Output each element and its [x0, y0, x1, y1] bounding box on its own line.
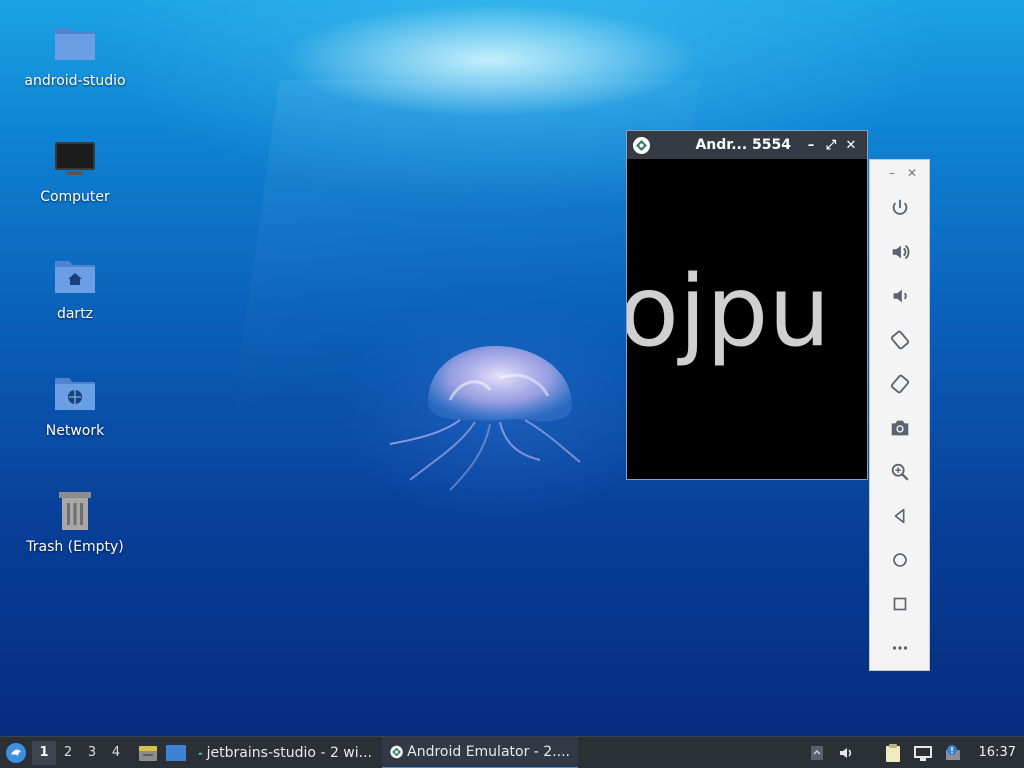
volume-up-icon — [892, 244, 909, 260]
rotate-left-button[interactable] — [870, 318, 929, 362]
volume-down-icon — [893, 289, 907, 303]
clock[interactable]: 16:37 — [979, 745, 1016, 760]
app-menu-icon — [6, 742, 26, 763]
toolbar-minimize-button[interactable]: – — [889, 166, 895, 180]
home-button[interactable] — [870, 538, 929, 582]
desktop-icon-computer[interactable]: Computer — [0, 138, 150, 206]
toolbar-close-button[interactable]: ✕ — [907, 166, 917, 180]
desktop-icon-label: Network — [45, 423, 105, 439]
taskbar-task-jetbrains-studio[interactable]: jetbrains-studio - 2 wi... — [190, 737, 380, 768]
volume-down-button[interactable] — [870, 274, 929, 318]
volume-tray-button[interactable] — [837, 743, 857, 763]
trash-icon — [53, 488, 97, 532]
emulator-app-icon — [633, 136, 650, 154]
minimize-button[interactable]: – — [801, 138, 821, 153]
desktop-icon-network[interactable]: Network — [0, 372, 150, 440]
update-notification-icon — [945, 744, 960, 760]
network-tray-button[interactable] — [913, 743, 933, 763]
chevron-up-icon — [810, 745, 823, 760]
close-button[interactable]: ✕ — [841, 138, 861, 153]
taskbar: 1 2 3 4 jetbrains-studio - 2 wi... Andro… — [0, 736, 1024, 768]
emulator-titlebar[interactable]: Andr... 5554 – ⤢ ✕ — [627, 131, 867, 159]
volume-up-button[interactable] — [870, 230, 929, 274]
workspace-1[interactable]: 1 — [32, 740, 56, 765]
taskbar-task-android-emulator[interactable]: Android Emulator - 2.... — [382, 736, 578, 768]
maximize-button[interactable]: ⤢ — [821, 138, 841, 153]
desktop-icon-label: Computer — [40, 189, 110, 205]
more-button[interactable] — [870, 626, 929, 670]
back-icon — [894, 508, 904, 524]
system-tray: 16:37 — [807, 743, 1024, 763]
workspace-4[interactable]: 4 — [104, 741, 128, 765]
zoom-button[interactable] — [870, 450, 929, 494]
workspace-3[interactable]: 3 — [80, 741, 104, 765]
desktop-icon-dartz[interactable]: dartz — [0, 255, 150, 323]
workspace-2[interactable]: 2 — [56, 741, 80, 765]
boot-animation-text: ojpu — [627, 255, 831, 369]
android-icon — [198, 751, 203, 755]
clipboard-tray-button[interactable] — [883, 743, 903, 763]
power-icon — [892, 199, 907, 215]
folder-icon — [53, 22, 97, 66]
desktop-icon-label: android-studio — [24, 73, 126, 89]
more-icon — [892, 646, 907, 650]
boot-animation: ojpu — [627, 255, 831, 369]
emulator-icon — [390, 745, 403, 758]
desktop-icon-android-studio[interactable]: android-studio — [0, 22, 150, 90]
back-button[interactable] — [870, 494, 929, 538]
home-folder-icon — [53, 255, 97, 299]
jellyfish-wallpaper — [389, 345, 581, 491]
overview-button[interactable] — [870, 582, 929, 626]
zoom-icon — [891, 463, 909, 481]
taskbar-task-label: Android Emulator - 2.... — [407, 743, 570, 760]
desktop-icon-label: dartz — [56, 306, 94, 322]
app-menu-button[interactable] — [0, 737, 32, 768]
rotate-left-icon — [890, 330, 909, 350]
show-desktop-icon — [166, 744, 186, 761]
network-folder-icon — [53, 372, 97, 416]
screenshot-button[interactable] — [870, 406, 929, 450]
camera-icon — [891, 420, 908, 436]
desktop-icon-label: Trash (Empty) — [26, 539, 124, 555]
home-icon — [892, 553, 907, 567]
power-button[interactable] — [870, 186, 929, 230]
show-desktop-button[interactable] — [162, 739, 190, 767]
emulator-screen[interactable]: ojpu — [627, 159, 867, 479]
file-manager-launcher[interactable] — [134, 739, 162, 767]
emulator-window-title: Andr... 5554 — [695, 137, 791, 153]
network-wired-icon — [913, 745, 932, 761]
emulator-toolbar: – ✕ — [869, 159, 930, 671]
clipboard-icon — [885, 743, 900, 762]
desktop-icon-trash[interactable]: Trash (Empty) — [0, 488, 150, 556]
overview-icon — [893, 597, 906, 611]
speaker-icon — [839, 747, 851, 758]
taskbar-task-label: jetbrains-studio - 2 wi... — [206, 744, 372, 761]
file-manager-icon — [139, 745, 157, 761]
rotate-right-button[interactable] — [870, 362, 929, 406]
rotate-right-icon — [890, 374, 909, 394]
updates-tray-button[interactable] — [943, 743, 963, 763]
emulator-window[interactable]: Andr... 5554 – ⤢ ✕ ojpu — [626, 130, 868, 480]
monitor-icon — [53, 138, 97, 182]
tray-overflow-button[interactable] — [807, 743, 827, 763]
